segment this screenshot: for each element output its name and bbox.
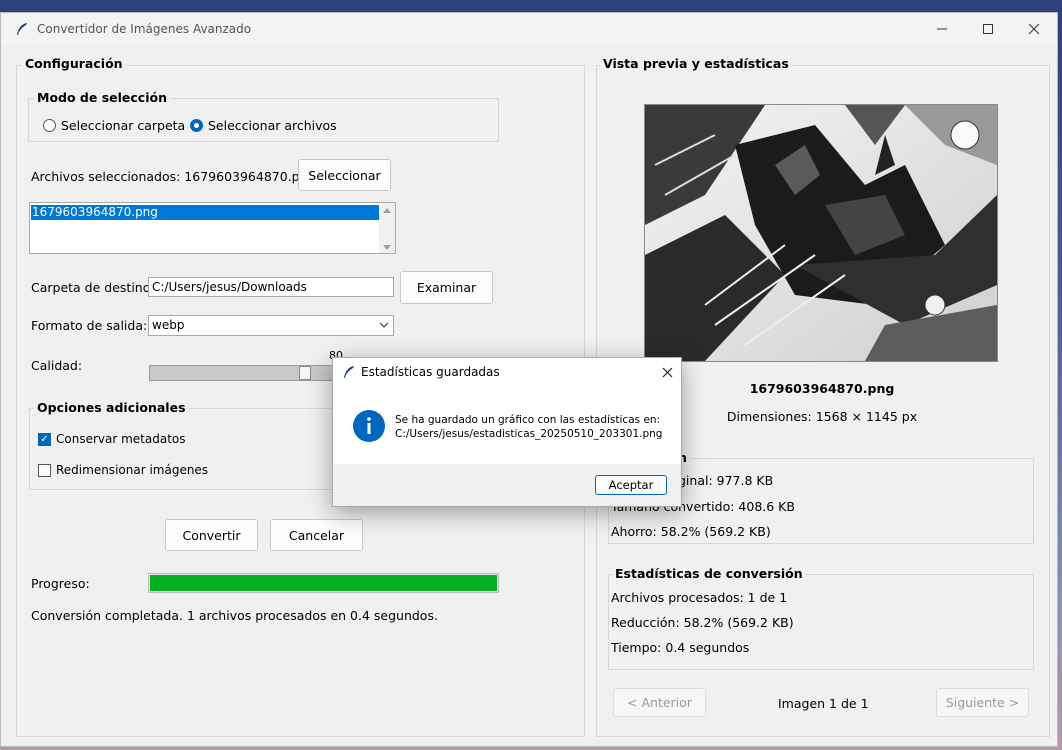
maximize-button[interactable] — [965, 13, 1011, 45]
radio-files-label[interactable]: Seleccionar archivos — [208, 118, 337, 133]
title-bar: Convertidor de Imágenes Avanzado — [1, 13, 1057, 45]
list-item[interactable]: 1679603964870.png — [31, 205, 379, 220]
convert-button[interactable]: Convertir — [165, 519, 258, 551]
format-label: Formato de salida: — [31, 318, 148, 333]
cancel-button[interactable]: Cancelar — [270, 519, 363, 551]
quality-slider[interactable] — [149, 365, 349, 381]
close-icon — [662, 367, 672, 377]
dialog-title: Estadísticas guardadas — [361, 365, 500, 379]
page-indicator: Imagen 1 de 1 — [778, 696, 869, 711]
listbox-scrollbar[interactable] — [379, 203, 395, 253]
stats-processed: Archivos procesados: 1 de 1 — [611, 590, 788, 605]
quality-label: Calidad: — [31, 358, 83, 373]
dialog-message-line2: C:/Users/jesus/estadisticas_20250510_203… — [395, 428, 663, 440]
close-icon — [1028, 23, 1040, 35]
accept-button[interactable]: Aceptar — [595, 475, 667, 495]
savings: Ahorro: 58.2% (569.2 KB) — [611, 524, 771, 539]
progress-bar — [148, 573, 499, 593]
info-icon — [353, 410, 385, 442]
format-value: webp — [152, 318, 185, 332]
dest-label: Carpeta de destino: — [31, 280, 155, 295]
manga-illustration — [645, 105, 997, 361]
stats-title: Estadísticas de conversión — [612, 566, 806, 581]
metadata-label[interactable]: Conservar metadatos — [56, 432, 186, 446]
stats-reduction: Reducción: 58.2% (569.2 KB) — [611, 615, 794, 630]
browse-button[interactable]: Examinar — [400, 271, 493, 304]
files-label: Archivos seleccionados: 1679603964870.pn… — [31, 169, 316, 184]
window-title: Convertidor de Imágenes Avanzado — [37, 22, 252, 36]
config-title: Configuración — [22, 56, 126, 71]
original-size: ginal: 977.8 KB — [678, 473, 774, 488]
dest-input[interactable]: C:/Users/jesus/Downloads — [148, 277, 394, 297]
file-listbox[interactable]: 1679603964870.png — [29, 202, 396, 254]
preview-title: Vista previa y estadísticas — [600, 56, 792, 71]
format-select[interactable]: webp — [148, 315, 394, 336]
slider-handle[interactable] — [299, 366, 311, 380]
next-button[interactable]: Siguiente > — [936, 688, 1029, 717]
minimize-icon — [937, 28, 947, 30]
mode-title: Modo de selección — [34, 90, 170, 105]
progress-fill — [150, 575, 497, 591]
prev-button[interactable]: < Anterior — [613, 688, 706, 717]
resize-label[interactable]: Redimensionar imágenes — [56, 463, 208, 477]
maximize-icon — [983, 24, 993, 34]
minimize-button[interactable] — [919, 13, 965, 45]
preview-image — [644, 104, 998, 362]
dialog-footer: Aceptar — [333, 464, 681, 506]
stats-saved-dialog: Estadísticas guardadas Se ha guardado un… — [332, 357, 682, 507]
radio-files[interactable] — [190, 119, 203, 132]
scroll-arrows-icon — [383, 208, 391, 250]
close-button[interactable] — [1011, 13, 1057, 45]
dialog-close-button[interactable] — [653, 358, 681, 386]
chevron-down-icon — [379, 322, 389, 328]
stats-time: Tiempo: 0.4 segundos — [611, 640, 750, 655]
metadata-checkbox[interactable]: ✓ — [38, 433, 51, 446]
resize-checkbox[interactable] — [38, 464, 51, 477]
status-text: Conversión completada. 1 archivos proces… — [31, 608, 438, 623]
feather-icon — [17, 23, 27, 35]
progress-label: Progreso: — [31, 576, 90, 591]
radio-folder[interactable] — [43, 119, 56, 132]
select-button[interactable]: Seleccionar — [298, 159, 391, 191]
dialog-message-line1: Se ha guardado un gráfico con las estadí… — [395, 414, 661, 426]
feather-icon — [344, 366, 354, 378]
radio-folder-label[interactable]: Seleccionar carpeta — [61, 118, 185, 133]
